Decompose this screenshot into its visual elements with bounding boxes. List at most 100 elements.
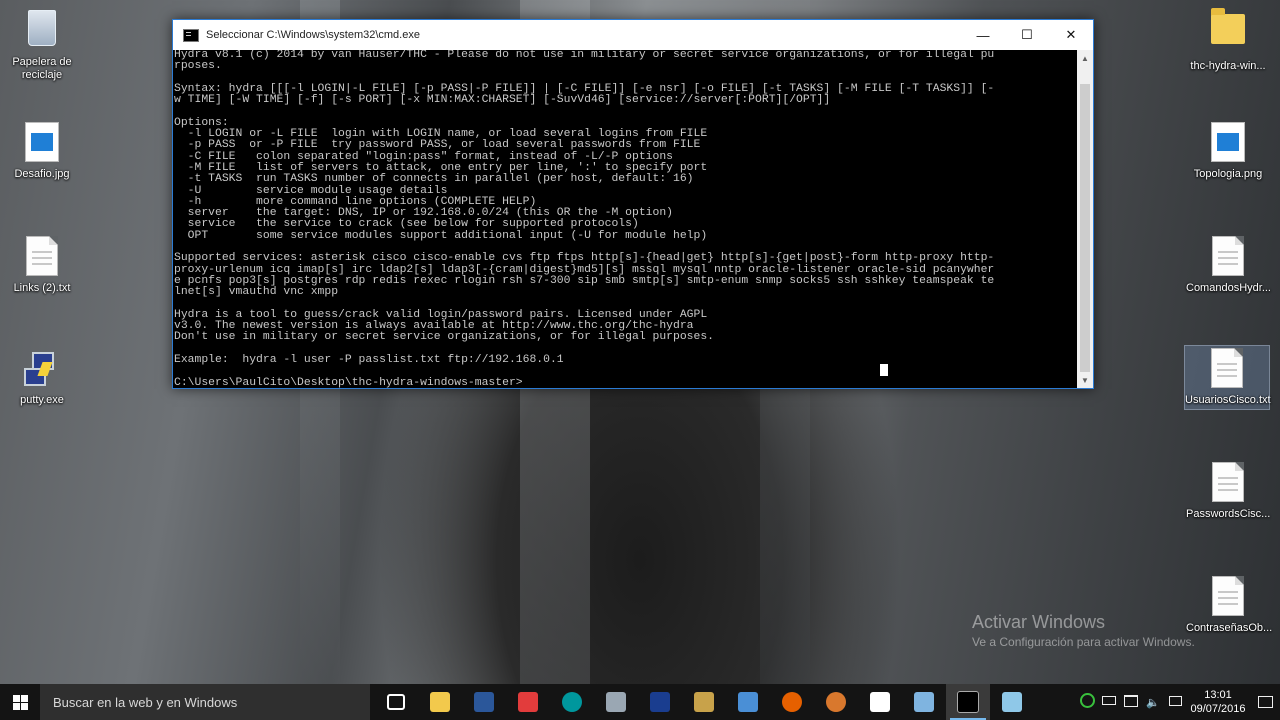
taskbar-app-tool[interactable] xyxy=(594,684,638,720)
activation-watermark: Activar Windows Ve a Configuración para … xyxy=(972,612,1195,649)
taskbar-app-file-explorer[interactable] xyxy=(418,684,462,720)
minimize-button[interactable]: — xyxy=(961,20,1005,50)
desktop-icon-putty[interactable]: putty.exe xyxy=(0,348,84,407)
desktop-icon-usuarios-cisco[interactable]: UsuariosCisco.txt xyxy=(1184,345,1271,410)
desktop-icon-contrasenas[interactable]: ContraseñasOb... xyxy=(1186,576,1273,635)
scroll-down-icon[interactable]: ▼ xyxy=(1077,372,1093,388)
recycle-bin-icon xyxy=(22,10,62,52)
scroll-up-icon[interactable]: ▲ xyxy=(1077,50,1093,66)
tool-icon xyxy=(606,692,626,712)
taskbar-app-word[interactable] xyxy=(462,684,506,720)
taskbar-app-app-ic[interactable] xyxy=(506,684,550,720)
folder-icon xyxy=(1208,8,1248,56)
maximize-button[interactable]: ☐ xyxy=(1005,20,1049,50)
console-line: -p PASS or -P FILE try password PASS, or… xyxy=(174,139,701,152)
text-file-icon xyxy=(1208,576,1248,618)
start-button[interactable] xyxy=(0,684,40,720)
console-line: rposes. xyxy=(174,60,222,73)
battery-icon[interactable] xyxy=(1098,696,1120,708)
desktop-icon-passwords-cisco[interactable]: PasswordsCisc... xyxy=(1186,462,1270,521)
word-icon xyxy=(474,692,494,712)
cmd-window[interactable]: Seleccionar C:\Windows\system32\cmd.exe … xyxy=(172,19,1094,389)
desktop-icon-label: Desafio.jpg xyxy=(14,168,70,180)
taskbar-app-arduino[interactable] xyxy=(550,684,594,720)
desktop-icon-thc-hydra-folder[interactable]: thc-hydra-win... xyxy=(1186,6,1270,73)
text-file-icon xyxy=(22,236,62,278)
desktop-icon-label: Topologia.png xyxy=(1193,168,1263,180)
search-placeholder: Buscar en la web y en Windows xyxy=(53,694,238,710)
console-line: lnet[s] vmauthd vnc xmpp xyxy=(174,286,339,299)
taskbar-apps xyxy=(374,684,1034,720)
clock-time: 13:01 xyxy=(1204,689,1232,701)
cmd-icon xyxy=(183,28,199,42)
desktop-icon-desafio[interactable]: Desafio.jpg xyxy=(0,122,84,181)
taskbar-app-eye-app[interactable] xyxy=(902,684,946,720)
taskbar-app-task-view[interactable] xyxy=(374,684,418,720)
file-explorer-icon xyxy=(430,692,450,712)
scrollbar-thumb[interactable] xyxy=(1080,84,1090,372)
firefox-icon xyxy=(782,692,802,712)
speaker-icon[interactable]: 🔈 xyxy=(1142,696,1164,709)
close-button[interactable]: ✕ xyxy=(1049,20,1093,50)
console-line: w TIME] [-W TIME] [-f] [-s PORT] [-x MIN… xyxy=(174,94,831,107)
taskbar-app-gimp[interactable] xyxy=(814,684,858,720)
system-tray: 🔈 13:01 09/07/2016 xyxy=(1076,684,1280,720)
desktop-icon-links[interactable]: Links (2).txt xyxy=(0,236,84,295)
taskbar-app-firefox[interactable] xyxy=(770,684,814,720)
desktop-icon-comandos-hydra[interactable]: ComandosHydr... xyxy=(1186,236,1271,295)
league-icon xyxy=(650,692,670,712)
taskbar-app-photos[interactable] xyxy=(858,684,902,720)
text-file-icon xyxy=(1208,462,1248,504)
desktop-icon-label: Links (2).txt xyxy=(13,282,71,294)
action-center-icon[interactable] xyxy=(1250,696,1280,708)
notepad-icon xyxy=(1002,692,1022,712)
task-view-icon xyxy=(387,694,405,710)
gimp-icon xyxy=(826,692,846,712)
language-icon[interactable] xyxy=(1164,695,1186,709)
app-ic-icon xyxy=(518,692,538,712)
taskbar-app-notepad[interactable] xyxy=(990,684,1034,720)
network-tool-icon xyxy=(738,692,758,712)
cmd-title: Seleccionar C:\Windows\system32\cmd.exe xyxy=(206,29,420,41)
windows-logo-icon xyxy=(12,694,28,710)
watermark-title: Activar Windows xyxy=(972,612,1106,632)
vertical-scrollbar[interactable]: ▲ ▼ xyxy=(1077,50,1093,388)
taskbar-app-cmd[interactable] xyxy=(946,684,990,720)
tray-app-icon[interactable] xyxy=(1076,693,1098,711)
eye-app-icon xyxy=(914,692,934,712)
desktop-icon-label: putty.exe xyxy=(20,394,64,406)
console-output[interactable]: Hydra v8.1 (c) 2014 by van Hauser/THC - … xyxy=(173,50,1077,388)
desktop-icon-topologia[interactable]: Topologia.png xyxy=(1186,122,1270,181)
desktop-icon-label: Papelera de reciclaje xyxy=(12,56,72,81)
desktop-icon-label: UsuariosCisco.txt xyxy=(1185,394,1271,406)
taskbar-app-game[interactable] xyxy=(682,684,726,720)
watermark-subtitle: Ve a Configuración para activar Windows. xyxy=(972,635,1195,649)
console-line: Supported services: asterisk cisco cisco… xyxy=(174,252,995,265)
desktop-icon-recycle-bin[interactable]: Papelera de reciclaje xyxy=(0,6,84,82)
taskbar-search-box[interactable]: Buscar en la web y en Windows xyxy=(40,684,370,720)
text-file-icon xyxy=(1207,348,1247,390)
image-file-icon xyxy=(1208,122,1248,164)
desktop-icon-label: ContraseñasOb... xyxy=(1186,622,1273,634)
cmd-titlebar[interactable]: Seleccionar C:\Windows\system32\cmd.exe … xyxy=(173,20,1093,50)
console-line: OPT some service modules support additio… xyxy=(174,229,708,242)
taskbar-app-network-tool[interactable] xyxy=(726,684,770,720)
desktop-icon-label: PasswordsCisc... xyxy=(1186,508,1271,520)
desktop-icon-label: ComandosHydr... xyxy=(1186,282,1271,294)
cmd-icon xyxy=(957,691,979,713)
taskbar-clock[interactable]: 13:01 09/07/2016 xyxy=(1186,688,1250,716)
arduino-icon xyxy=(562,692,582,712)
taskbar: Buscar en la web y en Windows 🔈 13:01 09… xyxy=(0,684,1280,720)
putty-icon xyxy=(22,348,62,390)
clock-date: 09/07/2016 xyxy=(1190,703,1246,715)
console-line: C:\Users\PaulCito\Desktop\thc-hydra-wind… xyxy=(174,376,523,388)
console-line: Example: hydra -l user -P passlist.txt f… xyxy=(174,354,564,367)
taskbar-app-league[interactable] xyxy=(638,684,682,720)
network-icon[interactable] xyxy=(1120,694,1142,710)
photos-icon xyxy=(870,692,890,712)
console-line: Don't use in military or secret service … xyxy=(174,331,715,344)
console-line: -t TASKS run TASKS number of connects in… xyxy=(174,173,694,186)
text-file-icon xyxy=(1208,236,1248,278)
